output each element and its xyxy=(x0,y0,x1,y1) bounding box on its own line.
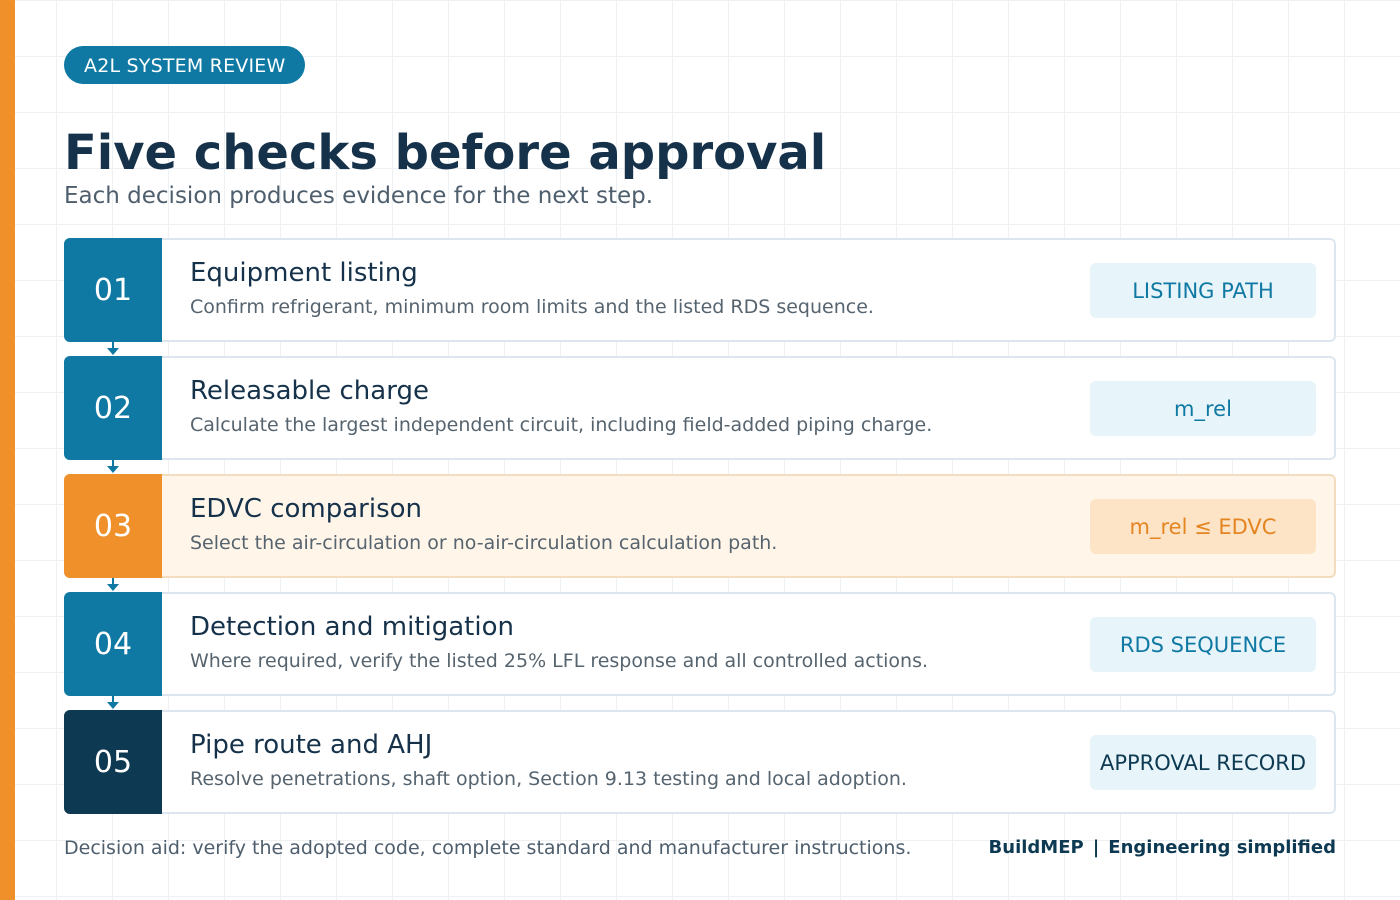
step-description: Select the air-circulation or no-air-cir… xyxy=(190,532,778,554)
step-title: Pipe route and AHJ xyxy=(190,730,433,760)
brand-signature: BuildMEP | Engineering simplified xyxy=(989,837,1336,858)
brand-name: BuildMEP xyxy=(988,837,1084,858)
section-badge: A2L SYSTEM REVIEW xyxy=(64,46,306,84)
brand-tagline: Engineering simplified xyxy=(1108,837,1336,858)
accent-bar xyxy=(0,0,15,900)
step-description: Where required, verify the listed 25% LF… xyxy=(190,650,929,672)
step-card-1: 01 Equipment listing Confirm refrigerant… xyxy=(64,238,1336,355)
page-subtitle: Each decision produces evidence for the … xyxy=(64,183,654,209)
step-card-3: 03 EDVC comparison Select the air-circul… xyxy=(64,474,1336,591)
step-number: 05 xyxy=(64,710,162,814)
step-title: Releasable charge xyxy=(190,376,429,406)
step-number: 04 xyxy=(64,592,162,696)
step-description: Resolve penetrations, shaft option, Sect… xyxy=(190,768,907,790)
step-tag: m_rel ≤ EDVC xyxy=(1090,499,1316,554)
step-number: 02 xyxy=(64,356,162,460)
step-card-4: 04 Detection and mitigation Where requir… xyxy=(64,592,1336,709)
footer-note: Decision aid: verify the adopted code, c… xyxy=(64,837,912,859)
step-tag: APPROVAL RECORD xyxy=(1090,735,1316,790)
step-card-2: 02 Releasable charge Calculate the large… xyxy=(64,356,1336,473)
page-title: Five checks before approval xyxy=(64,125,827,181)
step-description: Calculate the largest independent circui… xyxy=(190,414,933,436)
steps-list: 01 Equipment listing Confirm refrigerant… xyxy=(64,238,1336,828)
brand-separator: | xyxy=(1092,837,1100,858)
step-number: 03 xyxy=(64,474,162,578)
arrow-down-icon xyxy=(107,460,119,473)
step-tag: m_rel xyxy=(1090,381,1316,436)
step-title: Equipment listing xyxy=(190,258,418,288)
step-description: Confirm refrigerant, minimum room limits… xyxy=(190,296,874,318)
step-number: 01 xyxy=(64,238,162,342)
step-title: EDVC comparison xyxy=(190,494,423,524)
step-title: Detection and mitigation xyxy=(190,612,514,642)
arrow-down-icon xyxy=(107,578,119,591)
step-tag: RDS SEQUENCE xyxy=(1090,617,1316,672)
arrow-down-icon xyxy=(107,342,119,355)
arrow-down-icon xyxy=(107,696,119,709)
step-card-5: 05 Pipe route and AHJ Resolve penetratio… xyxy=(64,710,1336,814)
step-tag: LISTING PATH xyxy=(1090,263,1316,318)
